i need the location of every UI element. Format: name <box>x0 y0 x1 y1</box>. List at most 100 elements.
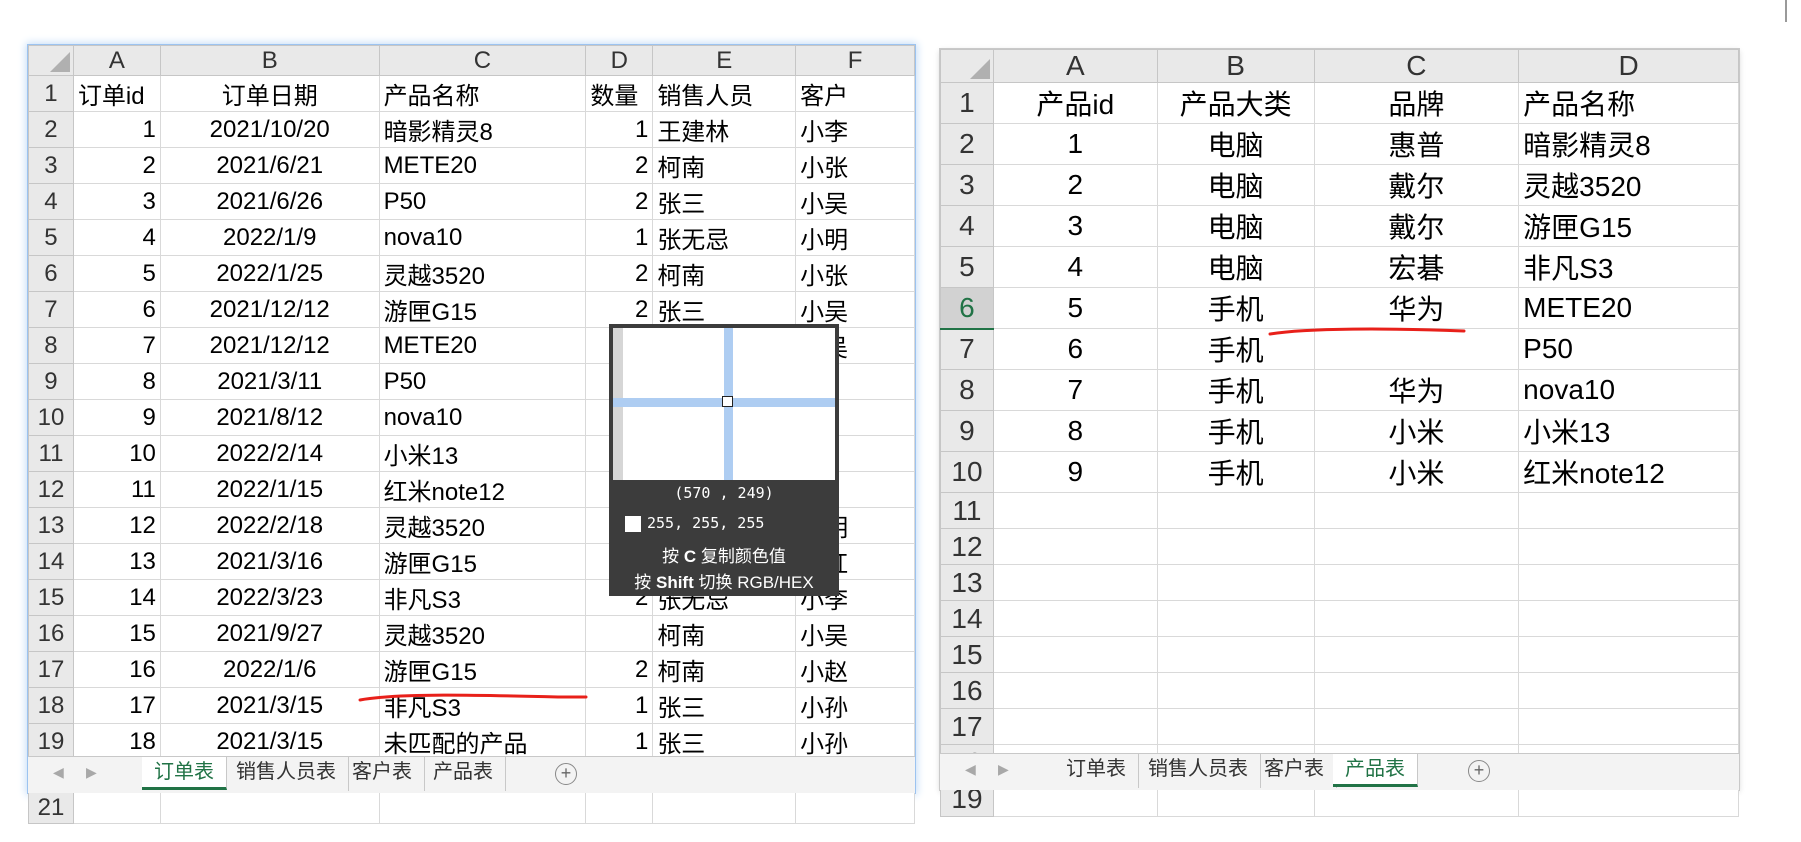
cell[interactable]: 9 <box>992 451 1158 493</box>
add-sheet-button[interactable]: + <box>555 763 577 785</box>
cell[interactable]: 手机 <box>1156 451 1315 493</box>
row-header[interactable]: 13 <box>940 564 994 601</box>
cell[interactable]: 未匹配的产品 <box>378 723 587 760</box>
tab-scroll-right-icon[interactable]: ▶ <box>998 761 1009 778</box>
column-header[interactable]: C <box>1313 49 1520 83</box>
cell[interactable]: 电脑 <box>1156 246 1315 288</box>
cell[interactable]: 销售人员 <box>652 75 797 112</box>
cell[interactable]: 红米note12 <box>378 471 587 508</box>
sheet-tab[interactable]: 销售人员表 <box>224 757 349 791</box>
row-header[interactable]: 6 <box>940 287 994 330</box>
cell[interactable]: 惠普 <box>1313 123 1520 165</box>
cell[interactable]: 游匣G15 <box>378 543 587 580</box>
row-header[interactable]: 5 <box>28 219 74 256</box>
cell[interactable]: 17 <box>72 687 161 724</box>
cell[interactable]: 3 <box>992 205 1158 247</box>
cell[interactable]: 2021/3/11 <box>159 363 380 400</box>
cell[interactable]: 2022/3/23 <box>159 579 380 616</box>
cell[interactable]: 2021/10/20 <box>159 111 380 148</box>
cell[interactable]: 2021/9/27 <box>159 615 380 652</box>
cell[interactable]: 游匣G15 <box>378 291 587 328</box>
row-header[interactable]: 12 <box>940 528 994 565</box>
cell[interactable]: 暗影精灵8 <box>378 111 587 148</box>
cell[interactable] <box>795 791 915 824</box>
row-header[interactable]: 3 <box>940 164 994 206</box>
sheet-tab[interactable]: 订单表 <box>1054 754 1139 788</box>
cell[interactable] <box>1518 672 1739 709</box>
row-header[interactable]: 19 <box>28 723 74 760</box>
cell[interactable]: 11 <box>72 471 161 508</box>
cell[interactable]: 暗影精灵8 <box>1518 123 1739 165</box>
cell[interactable]: 2021/6/21 <box>159 147 380 184</box>
cell[interactable]: 数量 <box>585 75 654 112</box>
row-header[interactable]: 5 <box>940 246 994 288</box>
row-header[interactable]: 2 <box>940 123 994 165</box>
column-header[interactable]: A <box>72 45 161 76</box>
cell[interactable]: 2021/3/16 <box>159 543 380 580</box>
cell[interactable]: 柯南 <box>652 255 797 292</box>
cell[interactable]: 游匣G15 <box>1518 205 1739 247</box>
cell[interactable]: 柯南 <box>652 651 797 688</box>
cell[interactable]: 张三 <box>652 687 797 724</box>
cell[interactable]: 2 <box>72 147 161 184</box>
cell[interactable]: 电脑 <box>1156 205 1315 247</box>
cell[interactable]: 8 <box>72 363 161 400</box>
row-header[interactable]: 10 <box>28 399 74 436</box>
cell[interactable]: 2 <box>585 147 654 184</box>
cell[interactable] <box>1156 708 1315 745</box>
cell[interactable]: 张三 <box>652 723 797 760</box>
cell[interactable] <box>1313 528 1520 565</box>
row-header[interactable]: 3 <box>28 147 74 184</box>
cell[interactable]: 小李 <box>795 111 915 148</box>
cell[interactable]: 张三 <box>652 183 797 220</box>
cell[interactable]: 产品名称 <box>1518 82 1739 124</box>
cell[interactable] <box>1313 492 1520 529</box>
cell[interactable]: 3 <box>72 183 161 220</box>
cell[interactable] <box>1156 600 1315 637</box>
row-header[interactable]: 12 <box>28 471 74 508</box>
cell[interactable]: 8 <box>992 410 1158 452</box>
row-header[interactable]: 8 <box>28 327 74 364</box>
cell[interactable]: 小张 <box>795 147 915 184</box>
cell[interactable]: 小吴 <box>795 615 915 652</box>
cell[interactable] <box>1156 528 1315 565</box>
cell[interactable]: 戴尔 <box>1313 164 1520 206</box>
row-header[interactable]: 9 <box>940 410 994 452</box>
cell[interactable] <box>1156 672 1315 709</box>
row-header[interactable]: 8 <box>940 369 994 411</box>
cell[interactable] <box>992 600 1158 637</box>
select-all-corner[interactable] <box>940 49 994 83</box>
cell[interactable]: METE20 <box>378 327 587 364</box>
row-header[interactable]: 10 <box>940 451 994 493</box>
cell[interactable]: 15 <box>72 615 161 652</box>
cell[interactable]: 4 <box>72 219 161 256</box>
cell[interactable]: 红米note12 <box>1518 451 1739 493</box>
cell[interactable]: 小孙 <box>795 687 915 724</box>
cell[interactable]: 2022/2/18 <box>159 507 380 544</box>
cell[interactable]: 小张 <box>795 255 915 292</box>
cell[interactable]: 小米13 <box>378 435 587 472</box>
cell[interactable]: 华为 <box>1313 369 1520 411</box>
cell[interactable]: 柯南 <box>652 615 797 652</box>
row-header[interactable]: 4 <box>28 183 74 220</box>
cell[interactable]: 14 <box>72 579 161 616</box>
cell[interactable]: METE20 <box>378 147 587 184</box>
cell[interactable]: 2022/1/25 <box>159 255 380 292</box>
cell[interactable]: 16 <box>72 651 161 688</box>
cell[interactable] <box>585 615 654 652</box>
cell[interactable] <box>652 791 797 824</box>
cell[interactable]: 小米13 <box>1518 410 1739 452</box>
column-header[interactable]: B <box>1156 49 1315 83</box>
cell[interactable]: P50 <box>1518 328 1739 370</box>
cell[interactable]: 产品id <box>992 82 1158 124</box>
cell[interactable] <box>992 492 1158 529</box>
cell[interactable] <box>72 791 161 824</box>
cell[interactable]: 2 <box>585 255 654 292</box>
cell[interactable]: 2022/1/9 <box>159 219 380 256</box>
cell[interactable] <box>1156 492 1315 529</box>
cell[interactable]: nova10 <box>1518 369 1739 411</box>
row-header[interactable]: 16 <box>28 615 74 652</box>
row-header[interactable]: 14 <box>28 543 74 580</box>
row-header[interactable]: 15 <box>28 579 74 616</box>
column-header[interactable]: E <box>652 45 797 76</box>
